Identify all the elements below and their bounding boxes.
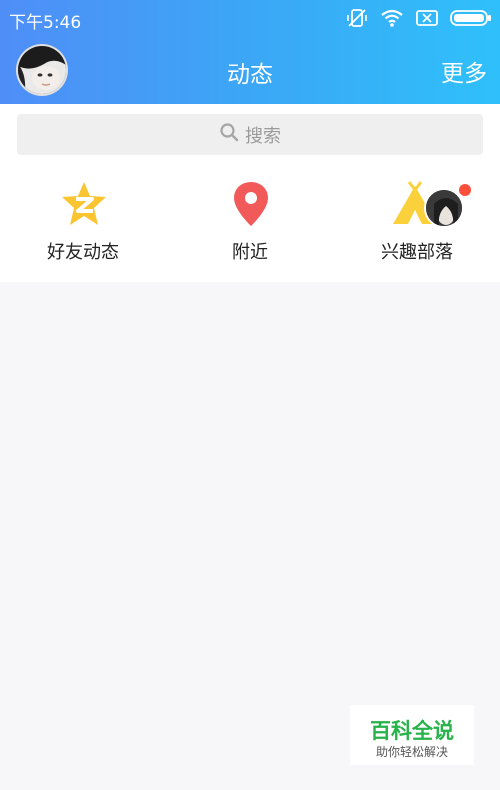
entry-interest-tribe[interactable]: 兴趣部落	[347, 180, 487, 270]
search-input[interactable]: 搜索	[17, 114, 483, 155]
sim-blocked-icon	[416, 9, 438, 31]
wifi-icon	[380, 8, 404, 32]
battery-icon	[450, 9, 492, 31]
nav-bar: 动态 更多	[0, 36, 500, 104]
entry-nearby[interactable]: 附近	[180, 180, 320, 270]
watermark-title: 百科全说	[370, 719, 454, 743]
location-pin-icon	[226, 180, 276, 228]
entry-label: 兴趣部落	[381, 242, 453, 263]
search-icon	[219, 122, 239, 147]
app-header: 下午5:46 动态 更多	[0, 0, 500, 104]
qzone-star-icon	[59, 180, 109, 228]
entry-friend-feeds[interactable]: 好友动态	[13, 180, 153, 270]
vibrate-off-icon	[346, 7, 368, 33]
notification-badge	[459, 184, 471, 196]
search-placeholder: 搜索	[245, 125, 281, 147]
tribe-avatar	[424, 188, 464, 228]
watermark-logo: 百科全说 助你轻松解决	[350, 705, 474, 765]
status-time: 下午5:46	[9, 13, 82, 33]
entry-label: 好友动态	[47, 242, 119, 263]
status-bar: 下午5:46	[0, 0, 500, 36]
top-panel: 搜索 好友动态 附近 兴趣部落	[0, 104, 500, 282]
watermark-subtitle: 助你轻松解决	[375, 745, 448, 759]
status-icons	[346, 7, 492, 33]
entry-label: 附近	[232, 242, 268, 263]
more-button[interactable]: 更多	[441, 54, 487, 88]
page-title: 动态	[227, 62, 273, 88]
